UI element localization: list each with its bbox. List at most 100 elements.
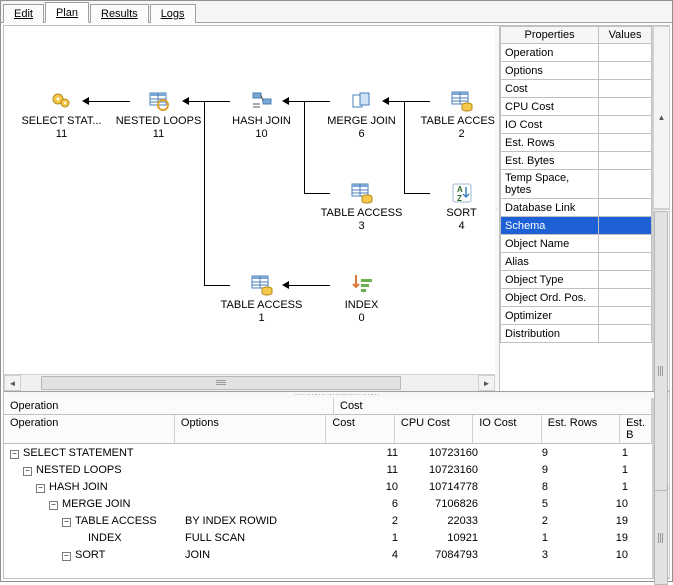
- cell-options: BY INDEX ROWID: [179, 515, 334, 527]
- table-row[interactable]: INDEXFULL SCAN110921119: [4, 529, 652, 546]
- node-nested-loops[interactable]: NESTED LOOPS 11: [111, 89, 206, 141]
- group-header-cost[interactable]: Cost: [334, 398, 652, 414]
- property-value: [599, 134, 652, 152]
- property-row[interactable]: Object Name: [501, 235, 652, 253]
- cell-operation: INDEX: [4, 532, 179, 544]
- scroll-up-button[interactable]: ▲: [653, 26, 670, 209]
- col-est-bytes[interactable]: Est. B: [620, 415, 652, 443]
- cell-cpu-cost: 10723160: [404, 464, 484, 476]
- property-row[interactable]: CPU Cost: [501, 98, 652, 116]
- node-hash-join[interactable]: HASH JOIN 10: [214, 89, 309, 141]
- property-row[interactable]: Distribution: [501, 325, 652, 343]
- scroll-left-button[interactable]: ◄: [4, 375, 21, 391]
- property-row[interactable]: Object Ord. Pos.: [501, 289, 652, 307]
- node-table-access-3[interactable]: TABLE ACCESS 3: [314, 181, 409, 233]
- plan-diagram-canvas[interactable]: SELECT STAT... 11 NESTED LOOPS 11: [4, 26, 495, 374]
- merge-join-icon: [350, 89, 374, 113]
- cell-cost: 4: [334, 549, 404, 561]
- cell-io-cost: 2: [484, 515, 554, 527]
- property-name: Object Name: [501, 235, 599, 253]
- table-row[interactable]: −NESTED LOOPS111072316091: [4, 461, 652, 478]
- scroll-thumb[interactable]: [41, 376, 401, 390]
- properties-panel: Properties Values OperationOptionsCostCP…: [499, 26, 669, 391]
- node-index[interactable]: INDEX 0: [314, 273, 409, 325]
- col-cpu-cost[interactable]: CPU Cost: [395, 415, 473, 443]
- col-cost[interactable]: Cost: [326, 415, 395, 443]
- property-name: Object Type: [501, 271, 599, 289]
- arrow: [88, 101, 130, 102]
- property-row[interactable]: Operation: [501, 44, 652, 62]
- properties-vertical-scrollbar[interactable]: ▲ ▼: [652, 26, 669, 391]
- properties-header-value[interactable]: Values: [599, 27, 652, 44]
- node-table-access-1[interactable]: TABLE ACCESS 1: [214, 273, 309, 325]
- cell-cost: 1: [334, 532, 404, 544]
- property-row[interactable]: Schema: [501, 217, 652, 235]
- group-header-operation[interactable]: Operation: [4, 398, 334, 414]
- properties-table[interactable]: Properties Values OperationOptionsCostCP…: [500, 26, 652, 343]
- grid-group-headers: Operation Cost: [4, 398, 652, 415]
- cell-est-rows: 1: [554, 447, 634, 459]
- scroll-track[interactable]: [21, 375, 478, 391]
- node-sort[interactable]: AZ SORT 4: [414, 181, 495, 233]
- table-row[interactable]: −TABLE ACCESSBY INDEX ROWID222033219: [4, 512, 652, 529]
- col-io-cost[interactable]: IO Cost: [473, 415, 542, 443]
- property-value: [599, 307, 652, 325]
- cell-est-rows: 19: [554, 532, 634, 544]
- tab-results[interactable]: Results: [90, 4, 149, 23]
- node-merge-join[interactable]: MERGE JOIN 6: [314, 89, 409, 141]
- scroll-right-button[interactable]: ►: [478, 375, 495, 391]
- property-row[interactable]: IO Cost: [501, 116, 652, 134]
- col-operation[interactable]: Operation: [4, 415, 175, 443]
- tree-toggle[interactable]: −: [62, 552, 71, 561]
- plan-tree-grid[interactable]: Operation Cost Operation Options Cost CP…: [4, 398, 652, 578]
- table-row[interactable]: −SORTJOIN47084793310: [4, 546, 652, 563]
- tree-toggle[interactable]: −: [23, 467, 32, 476]
- cell-io-cost: 1: [484, 532, 554, 544]
- property-name: CPU Cost: [501, 98, 599, 116]
- property-name: Alias: [501, 253, 599, 271]
- property-row[interactable]: Database Link: [501, 199, 652, 217]
- tree-toggle[interactable]: −: [49, 501, 58, 510]
- property-row[interactable]: Options: [501, 62, 652, 80]
- arrow: [304, 101, 305, 193]
- property-row[interactable]: Est. Bytes: [501, 152, 652, 170]
- table-db-icon: [350, 181, 374, 205]
- property-value: [599, 44, 652, 62]
- cell-io-cost: 9: [484, 447, 554, 459]
- property-row[interactable]: Optimizer: [501, 307, 652, 325]
- canvas-horizontal-scrollbar[interactable]: ◄ ►: [4, 374, 495, 391]
- op-label: SELECT STATEMENT: [23, 447, 134, 459]
- table-row[interactable]: −MERGE JOIN67106826510: [4, 495, 652, 512]
- property-row[interactable]: Temp Space, bytes: [501, 170, 652, 199]
- properties-header-name[interactable]: Properties: [501, 27, 599, 44]
- property-name: Database Link: [501, 199, 599, 217]
- tab-bar: Edit Plan Results Logs: [1, 1, 672, 23]
- node-table-access-2[interactable]: TABLE ACCESS 2: [414, 89, 495, 141]
- property-row[interactable]: Alias: [501, 253, 652, 271]
- tab-plan[interactable]: Plan: [45, 2, 89, 23]
- scroll-thumb[interactable]: [654, 490, 668, 585]
- property-value: [599, 152, 652, 170]
- scroll-thumb[interactable]: [654, 211, 668, 531]
- tree-toggle[interactable]: −: [36, 484, 45, 493]
- tab-logs[interactable]: Logs: [150, 4, 196, 23]
- property-name: Optimizer: [501, 307, 599, 325]
- property-name: Operation: [501, 44, 599, 62]
- tree-toggle[interactable]: −: [10, 450, 19, 459]
- property-value: [599, 116, 652, 134]
- property-value: [599, 253, 652, 271]
- property-row[interactable]: Cost: [501, 80, 652, 98]
- property-row[interactable]: Est. Rows: [501, 134, 652, 152]
- col-est-rows[interactable]: Est. Rows: [542, 415, 620, 443]
- table-row[interactable]: −HASH JOIN101071477881: [4, 478, 652, 495]
- property-row[interactable]: Object Type: [501, 271, 652, 289]
- table-row[interactable]: −SELECT STATEMENT111072316091: [4, 444, 652, 461]
- index-icon: [350, 273, 374, 297]
- node-select-statement[interactable]: SELECT STAT... 11: [14, 89, 109, 141]
- col-options[interactable]: Options: [175, 415, 326, 443]
- tab-edit[interactable]: Edit: [3, 4, 44, 23]
- cell-cost: 10: [334, 481, 404, 493]
- property-value: [599, 235, 652, 253]
- tree-toggle[interactable]: −: [62, 518, 71, 527]
- property-value: [599, 271, 652, 289]
